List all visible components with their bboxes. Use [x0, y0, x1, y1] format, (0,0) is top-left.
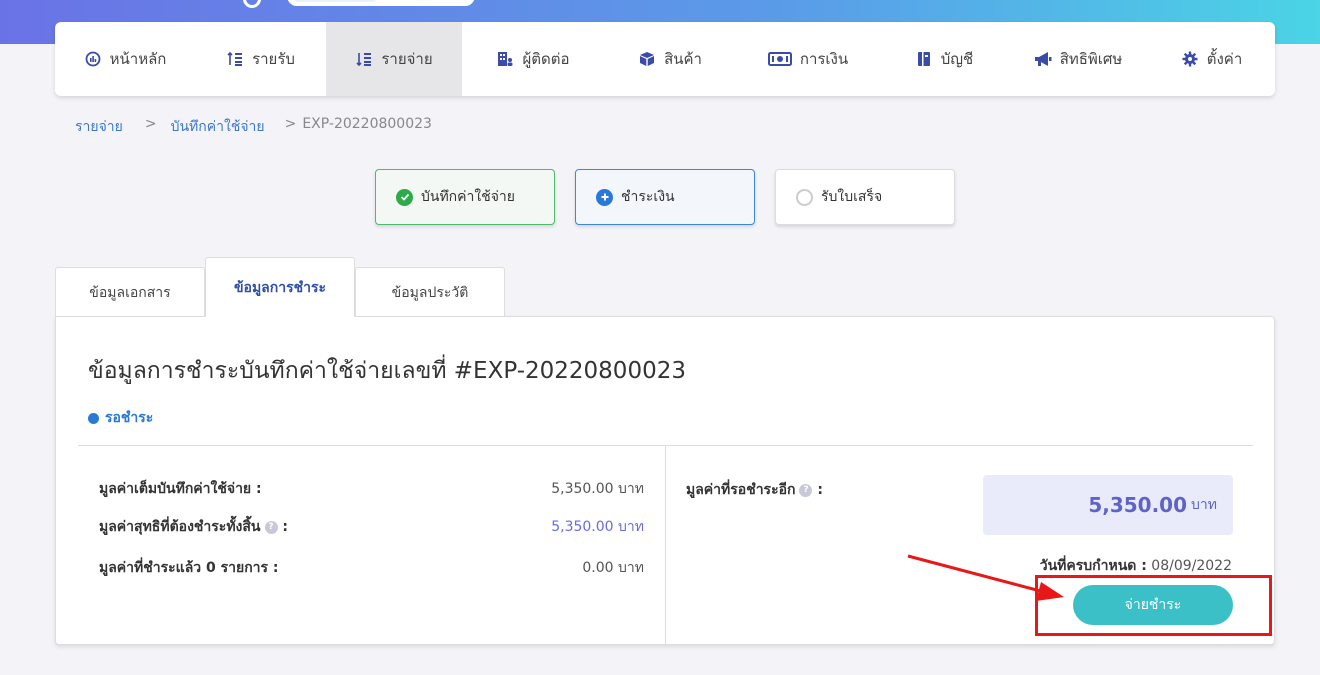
nav-item-settings[interactable]: ตั้งค่า	[1148, 22, 1275, 96]
nav-item-products[interactable]: สินค้า	[604, 22, 736, 96]
summary-row-paid-amount: มูลค่าที่ชำระแล้ว 0 รายการ : 0.00 บาท	[99, 557, 644, 579]
panel-title: ข้อมูลการชำระบันทึกค่าใช้จ่ายเลขที่ #EXP…	[88, 358, 686, 384]
row-label: มูลค่าเต็มบันทึกค่าใช้จ่าย :	[99, 481, 262, 497]
breadcrumb-link-expense[interactable]: รายจ่าย	[75, 116, 123, 138]
help-icon[interactable]: ?	[799, 483, 813, 497]
due-date-value: 08/09/2022	[1151, 558, 1232, 574]
breadcrumb-separator: >	[284, 116, 297, 132]
remaining-label-suffix: :	[817, 482, 823, 498]
nav-label-privileges: สิทธิพิเศษ	[1059, 50, 1123, 68]
row-value: 5,350.00 บาท	[551, 519, 644, 535]
nav-item-dashboard[interactable]: หน้าหลัก	[55, 22, 195, 96]
box-icon	[638, 51, 656, 67]
megaphone-icon	[1034, 51, 1052, 67]
breadcrumb-separator: >	[144, 116, 157, 132]
nav-label-finance: การเงิน	[799, 50, 849, 68]
nav-label-dashboard: หน้าหลัก	[109, 50, 167, 68]
nav-item-privileges[interactable]: สิทธิพิเศษ	[1008, 22, 1148, 96]
due-date: วันที่ครบกำหนด : 08/09/2022	[1040, 555, 1232, 577]
step-payment: ชำระเงิน	[575, 169, 755, 225]
remaining-label-group: มูลค่าที่รอชำระอีก? :	[686, 479, 823, 501]
check-circle-icon	[396, 188, 413, 206]
row-value: 5,350.00 บาท	[551, 481, 644, 497]
header-toggle-segment	[293, 0, 377, 2]
header-circle-decor	[243, 0, 261, 8]
plus-circle-icon	[596, 188, 613, 206]
nav-label-income: รายรับ	[252, 50, 295, 68]
row-label: มูลค่าที่ชำระแล้ว 0 รายการ :	[99, 560, 279, 576]
nav-item-accounting[interactable]: บัญชี	[880, 22, 1008, 96]
nav-label-settings: ตั้งค่า	[1206, 50, 1243, 68]
remaining-amount: 5,350.00	[1088, 493, 1188, 517]
step-record-expense: บันทึกค่าใช้จ่าย	[375, 169, 555, 225]
breadcrumb-link-expense-record[interactable]: บันทึกค่าใช้จ่าย	[171, 116, 265, 138]
divider	[665, 446, 666, 646]
row-label-suffix: :	[282, 519, 288, 535]
gear-icon	[1181, 51, 1199, 67]
nav-label-expense: รายจ่าย	[381, 50, 433, 68]
row-label: มูลค่าสุทธิที่ต้องชำระทั้งสิ้น	[99, 519, 261, 535]
status-dot-icon	[88, 412, 99, 424]
money-icon	[767, 51, 792, 67]
nav-item-contacts[interactable]: ผู้ติดต่อ	[462, 22, 604, 96]
status-text: รอชำระ	[105, 410, 154, 426]
income-icon	[226, 51, 244, 67]
step-label: รับใบเสร็จ	[821, 189, 883, 205]
nav-label-products: สินค้า	[664, 50, 702, 68]
expense-icon	[355, 51, 373, 67]
tab-document-info[interactable]: ข้อมูลเอกสาร	[55, 267, 205, 317]
annotation-highlight-box	[1035, 575, 1272, 636]
header-toggle[interactable]	[287, 0, 475, 6]
contacts-icon	[496, 51, 514, 67]
remaining-amount-box: 5,350.00 บาท	[983, 475, 1233, 535]
nav-item-expense[interactable]: รายจ่าย	[326, 22, 462, 96]
book-icon	[915, 51, 933, 67]
remaining-label: มูลค่าที่รอชำระอีก	[686, 482, 796, 498]
breadcrumb-current: EXP-20220800023	[302, 116, 432, 132]
due-date-label: วันที่ครบกำหนด :	[1039, 558, 1147, 574]
help-icon[interactable]: ?	[264, 520, 278, 534]
row-label-group: มูลค่าสุทธิที่ต้องชำระทั้งสิ้น? :	[99, 516, 288, 538]
nav-label-contacts: ผู้ติดต่อ	[522, 50, 570, 68]
step-label: ชำระเงิน	[621, 189, 675, 205]
step-label: บันทึกค่าใช้จ่าย	[421, 189, 515, 205]
main-navbar: หน้าหลัก รายรับ รายจ่าย ผู้ติดต่อ สินค้า…	[55, 22, 1275, 96]
dashboard-icon	[84, 51, 102, 67]
step-receive-receipt: รับใบเสร็จ	[775, 169, 955, 225]
nav-item-income[interactable]: รายรับ	[195, 22, 326, 96]
empty-circle-icon	[796, 188, 813, 206]
tab-payment-info[interactable]: ข้อมูลการชำระ	[205, 257, 355, 317]
nav-label-accounting: บัญชี	[940, 50, 974, 68]
nav-item-finance[interactable]: การเงิน	[736, 22, 880, 96]
row-value: 0.00 บาท	[582, 560, 644, 576]
remaining-unit: บาท	[1191, 497, 1217, 513]
summary-row-net-amount: มูลค่าสุทธิที่ต้องชำระทั้งสิ้น? : 5,350.…	[99, 516, 644, 538]
breadcrumb: รายจ่าย > บันทึกค่าใช้จ่าย > EXP-2022080…	[75, 116, 432, 138]
status-badge: รอชำระ	[88, 407, 153, 429]
tab-history-info[interactable]: ข้อมูลประวัติ	[355, 267, 505, 317]
summary-row-full-amount: มูลค่าเต็มบันทึกค่าใช้จ่าย : 5,350.00 บา…	[99, 478, 644, 500]
